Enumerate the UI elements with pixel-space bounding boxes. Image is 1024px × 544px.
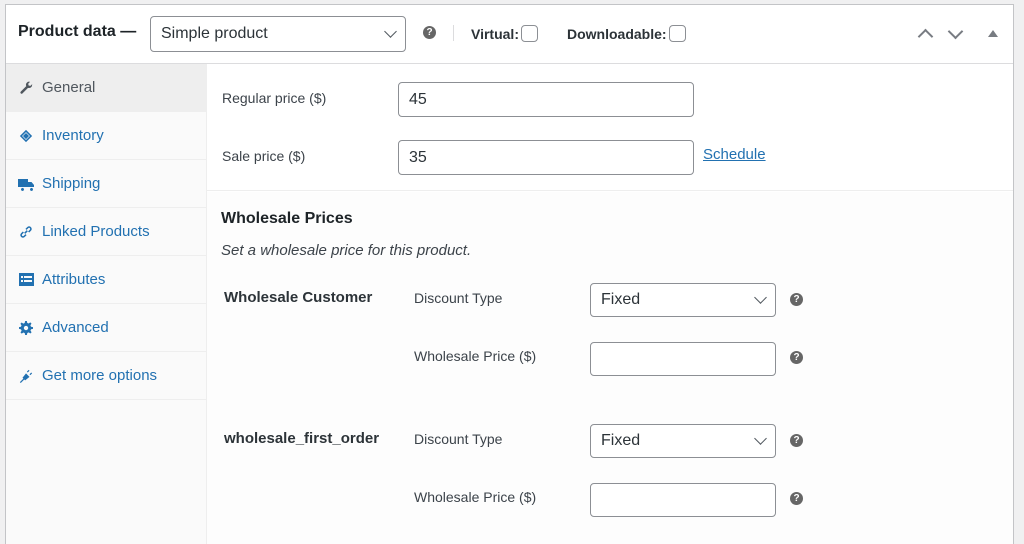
discount-type-select[interactable]: Fixed	[590, 424, 776, 458]
wrench-icon	[18, 80, 34, 96]
link-icon	[18, 224, 34, 240]
help-icon[interactable]: ?	[790, 434, 803, 447]
tag-icon	[18, 128, 34, 144]
product-data-panel: Product data — Simple product ? Virtual:…	[5, 4, 1014, 544]
tab-label: Attributes	[42, 271, 106, 288]
discount-type-select[interactable]: Fixed	[590, 283, 776, 317]
tab-attributes[interactable]: Attributes	[6, 256, 206, 304]
tab-shipping[interactable]: Shipping	[6, 160, 206, 208]
virtual-option[interactable]: Virtual:	[471, 25, 538, 42]
schedule-link[interactable]: Schedule	[703, 146, 766, 163]
discount-type-label: Discount Type	[414, 290, 503, 306]
divider	[453, 25, 454, 41]
downloadable-label: Downloadable:	[567, 25, 667, 42]
role-name: wholesale_first_order	[224, 430, 380, 447]
help-icon[interactable]: ?	[790, 293, 803, 306]
product-data-tabs: General Inventory Shipping Linked Produc…	[6, 64, 207, 544]
gear-icon	[18, 320, 34, 336]
chevron-down-icon	[754, 432, 767, 445]
product-type-value: Simple product	[161, 25, 268, 42]
plug-icon	[18, 368, 34, 384]
wholesale-price-label: Wholesale Price ($)	[414, 489, 537, 505]
pricing-section: Regular price ($) 45 Sale price ($) 35 S…	[207, 64, 1013, 191]
discount-type-label: Discount Type	[414, 431, 503, 447]
virtual-checkbox[interactable]	[520, 25, 538, 42]
wholesale-prices-section: Wholesale Prices Set a wholesale price f…	[207, 192, 1013, 544]
discount-type-value: Fixed	[601, 432, 641, 449]
tab-advanced[interactable]: Advanced	[6, 304, 206, 352]
wholesale-price-label: Wholesale Price ($)	[414, 348, 537, 364]
product-type-select[interactable]: Simple product	[150, 16, 406, 52]
sale-price-label: Sale price ($)	[222, 148, 306, 164]
tab-label: General	[42, 79, 96, 96]
downloadable-option[interactable]: Downloadable:	[567, 25, 686, 42]
help-icon[interactable]: ?	[790, 492, 803, 505]
general-panel: Regular price ($) 45 Sale price ($) 35 S…	[207, 64, 1013, 544]
tab-label: Get more options	[42, 367, 158, 384]
tab-label: Shipping	[42, 175, 101, 192]
panel-header: Product data — Simple product ? Virtual:…	[6, 5, 1013, 64]
sale-price-value: 35	[409, 148, 427, 166]
move-up-icon[interactable]	[917, 28, 934, 45]
tab-linked-products[interactable]: Linked Products	[6, 208, 206, 256]
help-icon[interactable]: ?	[423, 26, 436, 39]
wholesale-price-input[interactable]	[590, 342, 776, 376]
regular-price-label: Regular price ($)	[222, 90, 327, 106]
chevron-down-icon	[384, 25, 397, 38]
role-name: Wholesale Customer	[224, 289, 373, 306]
virtual-label: Virtual:	[471, 25, 519, 42]
collapse-toggle-icon[interactable]	[988, 30, 998, 37]
downloadable-checkbox[interactable]	[668, 25, 686, 42]
tab-label: Inventory	[42, 127, 104, 144]
chevron-down-icon	[754, 291, 767, 304]
wholesale-title: Wholesale Prices	[221, 210, 353, 227]
help-icon[interactable]: ?	[790, 351, 803, 364]
move-down-icon[interactable]	[947, 23, 964, 40]
regular-price-input[interactable]: 45	[398, 82, 694, 117]
tab-inventory[interactable]: Inventory	[6, 112, 206, 160]
panel-title: Product data —	[18, 23, 137, 40]
tab-label: Linked Products	[42, 223, 150, 240]
tab-label: Advanced	[42, 319, 109, 336]
regular-price-value: 45	[409, 90, 427, 108]
discount-type-value: Fixed	[601, 291, 641, 308]
tab-general[interactable]: General	[6, 64, 206, 112]
truck-icon	[18, 176, 34, 192]
tab-get-more-options[interactable]: Get more options	[6, 352, 206, 400]
wholesale-price-input[interactable]	[590, 483, 776, 517]
list-card-icon	[18, 272, 34, 288]
wholesale-description: Set a wholesale price for this product.	[221, 242, 472, 259]
sale-price-input[interactable]: 35	[398, 140, 694, 175]
